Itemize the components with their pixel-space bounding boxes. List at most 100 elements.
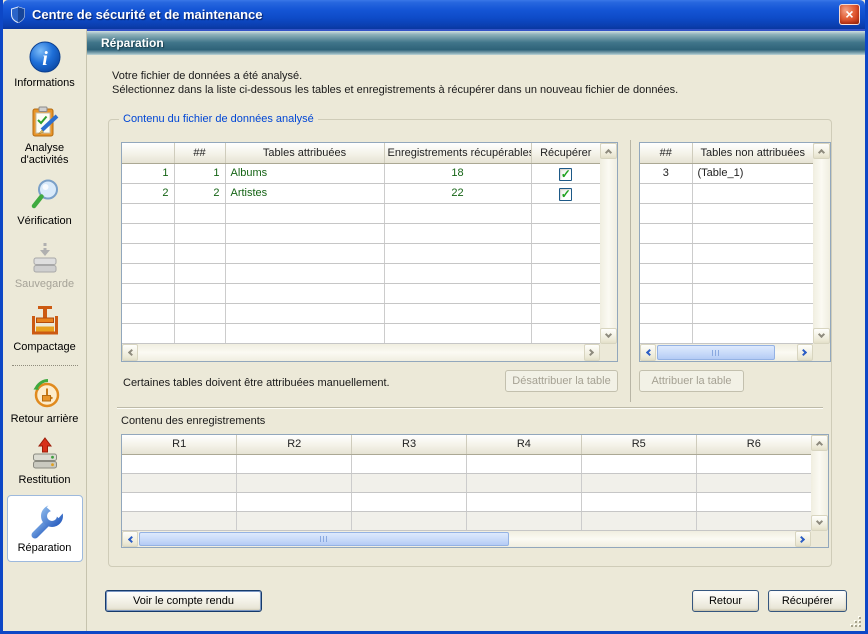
scroll-track[interactable] bbox=[811, 451, 828, 515]
empty-cell[interactable] bbox=[174, 223, 225, 243]
empty-cell[interactable] bbox=[122, 473, 237, 492]
horizontal-scrollbar[interactable] bbox=[122, 344, 600, 361]
empty-cell[interactable] bbox=[640, 223, 692, 243]
sidebar-item-analyse[interactable]: Analyse d'activités bbox=[6, 104, 84, 166]
scroll-track[interactable] bbox=[600, 159, 617, 328]
horizontal-scrollbar[interactable] bbox=[122, 531, 811, 547]
empty-cell[interactable] bbox=[352, 473, 467, 492]
scroll-right-button[interactable] bbox=[795, 531, 811, 547]
row-number-cell[interactable]: 1 bbox=[122, 163, 174, 183]
recover-checkbox[interactable]: ✓ bbox=[559, 188, 572, 201]
empty-cell[interactable] bbox=[237, 511, 352, 530]
empty-cell[interactable] bbox=[531, 203, 600, 223]
scroll-track[interactable] bbox=[138, 531, 795, 547]
scroll-down-button[interactable] bbox=[813, 328, 830, 344]
empty-cell[interactable] bbox=[466, 454, 581, 473]
empty-cell[interactable] bbox=[384, 303, 531, 323]
sidebar-item-retour-arriere[interactable]: Retour arrière bbox=[6, 375, 84, 425]
table-row[interactable]: 22Artistes22✓ bbox=[122, 183, 600, 203]
empty-cell[interactable] bbox=[225, 263, 384, 283]
scroll-right-button[interactable] bbox=[797, 344, 813, 361]
empty-cell[interactable] bbox=[352, 492, 467, 511]
scroll-left-button[interactable] bbox=[122, 531, 138, 547]
empty-cell[interactable] bbox=[237, 454, 352, 473]
empty-cell[interactable] bbox=[531, 223, 600, 243]
table-id-cell[interactable]: 3 bbox=[640, 163, 692, 183]
empty-cell[interactable] bbox=[225, 303, 384, 323]
empty-cell[interactable] bbox=[640, 323, 692, 343]
empty-cell[interactable] bbox=[174, 263, 225, 283]
empty-cell[interactable] bbox=[122, 223, 174, 243]
empty-cell[interactable] bbox=[692, 323, 813, 343]
sidebar-item-reparation[interactable]: Réparation bbox=[7, 495, 83, 562]
scroll-thumb[interactable] bbox=[139, 532, 509, 546]
scroll-down-button[interactable] bbox=[811, 515, 828, 531]
empty-cell[interactable] bbox=[466, 511, 581, 530]
empty-cell[interactable] bbox=[225, 283, 384, 303]
empty-cell[interactable] bbox=[225, 223, 384, 243]
table-id-cell[interactable]: 2 bbox=[174, 183, 225, 203]
empty-cell[interactable] bbox=[466, 473, 581, 492]
empty-cell[interactable] bbox=[384, 263, 531, 283]
sidebar-item-verification[interactable]: Vérification bbox=[6, 177, 84, 227]
empty-cell[interactable] bbox=[225, 243, 384, 263]
empty-cell[interactable] bbox=[531, 323, 600, 343]
table-id-cell[interactable]: 1 bbox=[174, 163, 225, 183]
empty-cell[interactable] bbox=[581, 492, 696, 511]
empty-cell[interactable] bbox=[384, 243, 531, 263]
resize-grip[interactable] bbox=[848, 614, 861, 627]
back-button[interactable]: Retour bbox=[692, 590, 759, 612]
empty-cell[interactable] bbox=[581, 473, 696, 492]
empty-cell[interactable] bbox=[466, 492, 581, 511]
table-name-cell[interactable]: Artistes bbox=[225, 183, 384, 203]
empty-cell[interactable] bbox=[225, 323, 384, 343]
sidebar-item-informations[interactable]: i Informations bbox=[6, 39, 84, 89]
sidebar-item-restitution[interactable]: Restitution bbox=[6, 436, 84, 486]
scroll-up-button[interactable] bbox=[813, 143, 830, 159]
empty-cell[interactable] bbox=[122, 492, 237, 511]
empty-cell[interactable] bbox=[122, 303, 174, 323]
close-button[interactable]: × bbox=[839, 4, 860, 25]
empty-cell[interactable] bbox=[174, 303, 225, 323]
empty-cell[interactable] bbox=[692, 283, 813, 303]
empty-cell[interactable] bbox=[531, 243, 600, 263]
assign-table-button[interactable]: Attribuer la table bbox=[639, 370, 744, 392]
title-bar[interactable]: Centre de sécurité et de maintenance × bbox=[3, 0, 865, 29]
empty-cell[interactable] bbox=[174, 243, 225, 263]
scroll-track[interactable] bbox=[813, 159, 830, 328]
empty-cell[interactable] bbox=[696, 454, 811, 473]
scroll-thumb[interactable] bbox=[657, 345, 775, 360]
empty-cell[interactable] bbox=[122, 263, 174, 283]
empty-cell[interactable] bbox=[531, 283, 600, 303]
empty-cell[interactable] bbox=[581, 454, 696, 473]
empty-cell[interactable] bbox=[384, 283, 531, 303]
empty-cell[interactable] bbox=[384, 323, 531, 343]
row-number-cell[interactable]: 2 bbox=[122, 183, 174, 203]
table-name-cell[interactable]: Albums bbox=[225, 163, 384, 183]
empty-cell[interactable] bbox=[692, 303, 813, 323]
empty-cell[interactable] bbox=[531, 263, 600, 283]
empty-cell[interactable] bbox=[696, 492, 811, 511]
empty-cell[interactable] bbox=[696, 473, 811, 492]
scroll-left-button[interactable] bbox=[122, 344, 138, 361]
vertical-scrollbar[interactable] bbox=[813, 143, 830, 344]
empty-cell[interactable] bbox=[696, 511, 811, 530]
empty-cell[interactable] bbox=[384, 203, 531, 223]
sidebar-item-sauvegarde[interactable]: Sauvegarde bbox=[6, 240, 84, 290]
table-row[interactable]: 11Albums18✓ bbox=[122, 163, 600, 183]
empty-cell[interactable] bbox=[122, 323, 174, 343]
empty-cell[interactable] bbox=[122, 511, 237, 530]
recover-cell[interactable]: ✓ bbox=[531, 183, 600, 203]
empty-cell[interactable] bbox=[352, 454, 467, 473]
empty-cell[interactable] bbox=[237, 473, 352, 492]
empty-cell[interactable] bbox=[225, 203, 384, 223]
vertical-scrollbar[interactable] bbox=[600, 143, 617, 344]
scroll-down-button[interactable] bbox=[600, 328, 617, 344]
empty-cell[interactable] bbox=[640, 263, 692, 283]
empty-cell[interactable] bbox=[640, 303, 692, 323]
empty-cell[interactable] bbox=[384, 223, 531, 243]
empty-cell[interactable] bbox=[640, 243, 692, 263]
records-count-cell[interactable]: 18 bbox=[384, 163, 531, 183]
scroll-up-button[interactable] bbox=[600, 143, 617, 159]
empty-cell[interactable] bbox=[692, 223, 813, 243]
